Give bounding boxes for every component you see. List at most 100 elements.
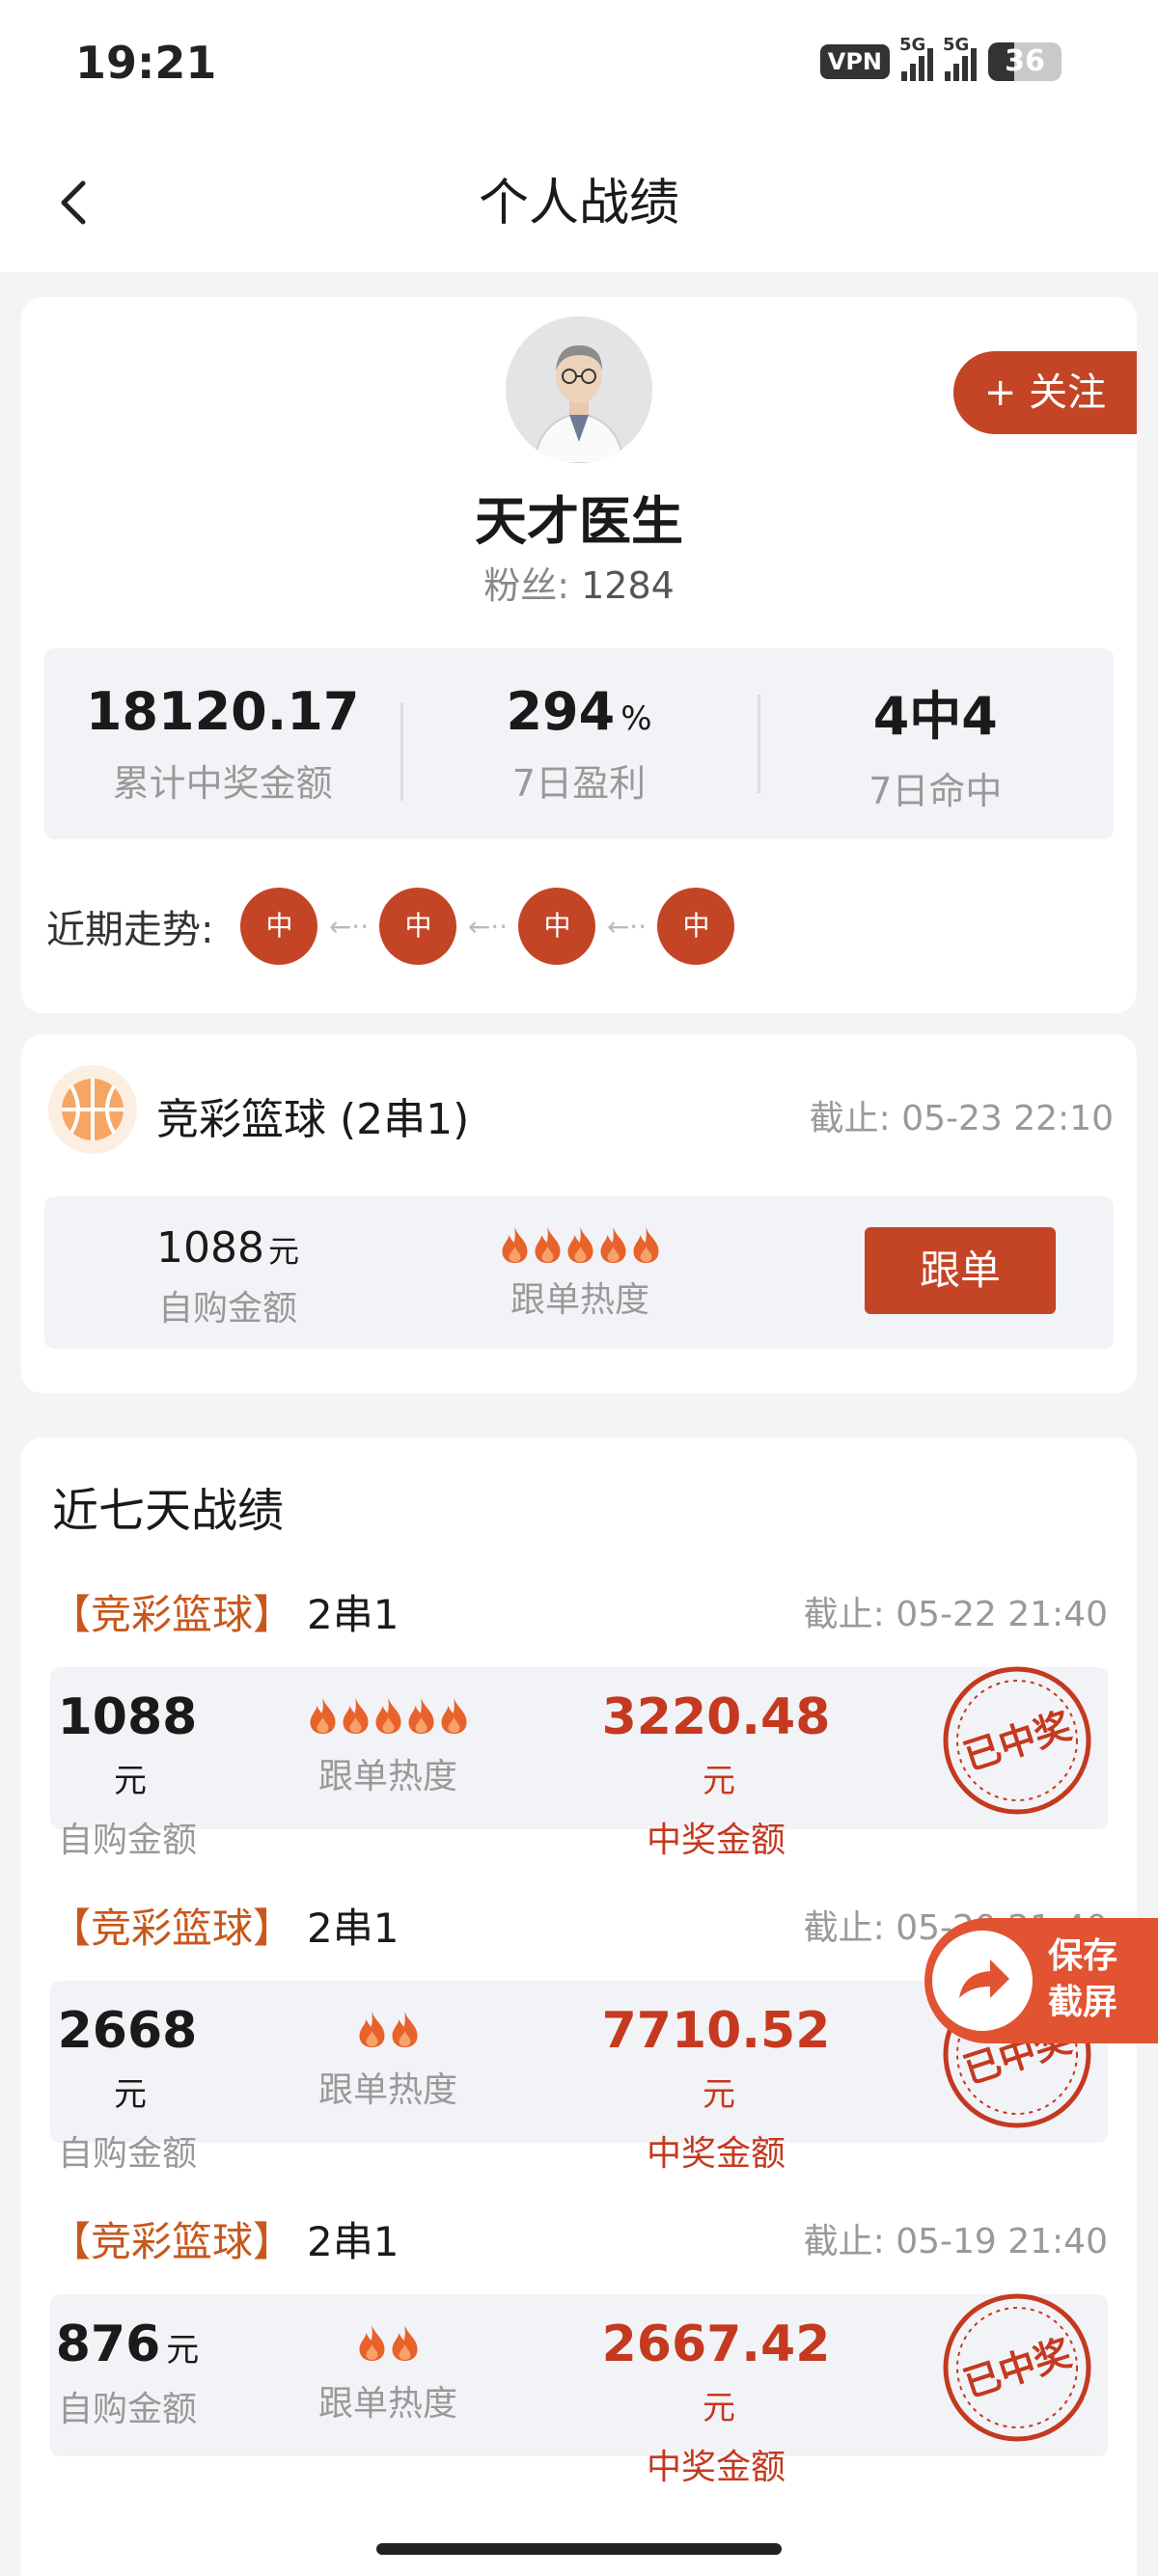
save-screenshot-button[interactable]: 保存 截屏 [924,1918,1158,2043]
win-label: 中奖金额 [646,2134,786,2174]
record-tag: 【竞彩篮球】 [50,2218,294,2265]
amount-unit: 元 [114,2075,147,2114]
record-heat: 跟单热度 [282,1688,494,1798]
follow-button[interactable]: + 关注 [953,351,1137,434]
page-title: 个人战绩 [478,175,679,233]
trend-arrow-icon: ←·· [606,910,648,943]
signal-icon-2: 5G [943,35,977,81]
record-summary: 1088 元 自购金额 跟单热度 3220.48 元 中奖金额 已中奖 [50,1666,1108,1860]
flame-icon [392,2325,417,2361]
record-deadline: 截止: 05-19 21:40 [803,2222,1108,2261]
home-indicator[interactable] [376,2543,782,2555]
flame-icon [375,1698,400,1734]
status-icons: VPN 5G 5G 36 [819,35,1062,81]
record-type: 2串1 [307,2218,400,2265]
heat-label: 跟单热度 [317,1757,457,1796]
record-heat: 跟单热度 [282,2316,494,2425]
win-value: 7710.52 [601,2002,831,2060]
record-item[interactable]: 【竞彩篮球】 2串1 截止: 05-22 21:40 1088 元 自购金额 跟单… [21,1582,1137,1872]
save-screenshot-label: 保存 截屏 [1048,1936,1118,2022]
stat-7day-hits: 4中4 7日命中 [757,673,1114,814]
record-win: 3220.48 元 中奖金额 [591,1688,841,1862]
plan-title: 竞彩篮球 (2串1) [156,1095,470,1144]
amount-value: 2668 [57,2002,198,2060]
plan-amount: 1088 元 自购金额 [131,1223,324,1330]
nav-header: 个人战绩 [0,135,1158,272]
record-tag: 【竞彩篮球】 [50,1591,294,1638]
plan-heat: 跟单热度 [469,1223,691,1322]
stat-total-prize: 18120.17 累计中奖金额 [44,681,400,807]
win-value: 2667.42 [601,2316,831,2373]
amount-value: 876 [55,2316,161,2373]
svg-text:已中奖: 已中奖 [958,2331,1076,2405]
heat-label: 跟单热度 [317,2384,457,2424]
heat-flames [282,2008,494,2048]
record-heat: 跟单热度 [282,2002,494,2112]
back-arrow-icon[interactable] [46,174,104,232]
flame-icon [441,1698,466,1734]
flame-icon [633,1227,658,1263]
fans-label: 粉丝: [483,564,569,607]
flame-icon [567,1227,593,1263]
trend-label: 近期走势: [46,908,214,952]
record-item[interactable]: 【竞彩篮球】 2串1 截止: 05-19 21:40 876 元 自购金额 跟单热… [21,2209,1137,2499]
heat-label: 跟单热度 [317,2070,457,2110]
win-value: 3220.48 [601,1688,831,1746]
section-title: 近七天战绩 [52,1484,285,1538]
record-tag: 【竞彩篮球】 [50,1905,294,1952]
amount-value: 1088 [57,1688,198,1746]
fans-count: 粉丝: 1284 [21,556,1137,609]
amount-value: 1088 [156,1223,264,1273]
record-deadline: 截止: 05-22 21:40 [803,1595,1108,1634]
record-amount: 1088 元 自购金额 [50,1688,205,1862]
record-win: 2667.42 元 中奖金额 [591,2316,841,2489]
heat-flames [282,2321,494,2362]
trend-arrow-icon: ←·· [328,910,370,943]
win-label: 中奖金额 [646,1821,786,1860]
avatar[interactable] [506,316,652,463]
stats-summary: 18120.17 累计中奖金额 294% 7日盈利 4中4 7日命中 [44,648,1114,839]
heat-flames [282,1694,494,1735]
amount-unit: 元 [166,2331,200,2370]
status-time: 19:21 [75,37,217,89]
fans-value: 1284 [581,564,675,607]
follow-order-button[interactable]: 跟单 [865,1227,1056,1314]
trend-result: 中 [657,888,735,965]
status-bar: 19:21 VPN 5G 5G 36 [0,0,1158,135]
stat-label: 7日盈利 [511,762,647,805]
flame-icon [310,1698,335,1734]
stat-value: 4中4 [872,686,998,747]
win-unit: 元 [703,1762,735,1800]
amount-unit: 元 [114,1762,147,1800]
record-amount: 876 元 自购金额 [50,2316,205,2431]
svg-text:已中奖: 已中奖 [958,1704,1076,1778]
flame-icon [392,2012,417,2047]
flame-icon [343,1698,368,1734]
flame-icon [535,1227,560,1263]
current-plan-card[interactable]: 竞彩篮球 (2串1) 截止: 05-23 22:10 1088 元 自购金额 跟单… [21,1034,1137,1393]
stat-7day-profit: 294% 7日盈利 [400,681,757,807]
flame-icon [600,1227,625,1263]
plan-deadline: 截止: 05-23 22:10 [809,1099,1114,1138]
amount-unit: 元 [267,1233,299,1270]
record-win: 7710.52 元 中奖金额 [591,2002,841,2176]
share-arrow-icon [932,1931,1033,2031]
stat-unit: % [620,699,652,738]
profile-card: + 关注 天才医生 粉丝: 1284 18120.17 累计中奖金额 294% … [21,297,1137,1013]
record-summary: 876 元 自购金额 跟单热度 2667.42 元 中奖金额 已中奖 [50,2293,1108,2487]
heat-flames [469,1223,691,1264]
stat-value: 18120.17 [85,681,360,742]
stat-label: 累计中奖金额 [112,762,333,805]
trend-result: 中 [379,888,457,965]
amount-label: 自购金额 [57,2134,197,2174]
flame-icon [359,2012,384,2047]
winning-stamp-icon: 已中奖 [943,2293,1091,2442]
amount-label: 自购金额 [157,1289,297,1329]
flame-icon [502,1227,527,1263]
stat-label: 7日命中 [868,770,1003,812]
record-type: 2串1 [307,1591,400,1638]
win-unit: 元 [703,2389,735,2427]
plan-summary: 1088 元 自购金额 跟单热度 跟单 [44,1196,1114,1349]
win-label: 中奖金额 [646,2448,786,2487]
stat-value: 294 [506,681,616,742]
